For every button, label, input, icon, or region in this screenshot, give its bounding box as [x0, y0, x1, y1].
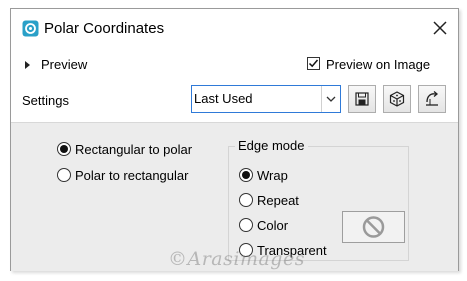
- edge-mode-title: Edge mode: [235, 138, 308, 153]
- radio-repeat[interactable]: [239, 193, 253, 207]
- save-preset-button[interactable]: [348, 85, 376, 113]
- rectangular-to-polar-label[interactable]: Rectangular to polar: [75, 142, 192, 157]
- edge-color-swatch[interactable]: [342, 211, 405, 243]
- polar-to-rectangular-label[interactable]: Polar to rectangular: [75, 168, 188, 183]
- randomize-button[interactable]: [383, 85, 411, 113]
- cube-icon: [389, 91, 405, 107]
- reset-button[interactable]: [418, 85, 446, 113]
- title-bar: Polar Coordinates: [11, 9, 458, 47]
- radio-color[interactable]: [239, 218, 253, 232]
- reset-icon: [426, 91, 439, 106]
- settings-preset-value: Last Used: [194, 91, 253, 106]
- radio-rectangular-to-polar[interactable]: [57, 142, 71, 156]
- radio-polar-to-rectangular[interactable]: [57, 168, 71, 182]
- radio-wrap[interactable]: [239, 168, 253, 182]
- close-icon[interactable]: [429, 17, 451, 39]
- settings-label: Settings: [22, 93, 69, 108]
- polar-coordinates-dialog: Polar Coordinates Preview Preview on Ima…: [10, 8, 459, 271]
- dialog-title: Polar Coordinates: [44, 20, 165, 37]
- preview-on-image-label[interactable]: Preview on Image: [326, 57, 430, 72]
- color-label[interactable]: Color: [257, 218, 288, 233]
- no-color-icon: [362, 216, 385, 238]
- repeat-label[interactable]: Repeat: [257, 193, 299, 208]
- settings-row: Settings Last Used: [11, 83, 458, 119]
- settings-preset-select[interactable]: Last Used: [191, 85, 341, 113]
- chevron-right-icon[interactable]: [25, 61, 30, 69]
- watermark: ©Arasimages: [168, 248, 305, 270]
- app-icon: [22, 20, 39, 37]
- preview-on-image-checkbox[interactable]: [307, 57, 320, 70]
- wrap-label[interactable]: Wrap: [257, 168, 288, 183]
- save-icon: [355, 92, 369, 106]
- preview-toggle[interactable]: Preview: [41, 57, 87, 72]
- dropdown-arrow-icon[interactable]: [321, 86, 340, 112]
- preview-row: Preview Preview on Image: [11, 53, 458, 79]
